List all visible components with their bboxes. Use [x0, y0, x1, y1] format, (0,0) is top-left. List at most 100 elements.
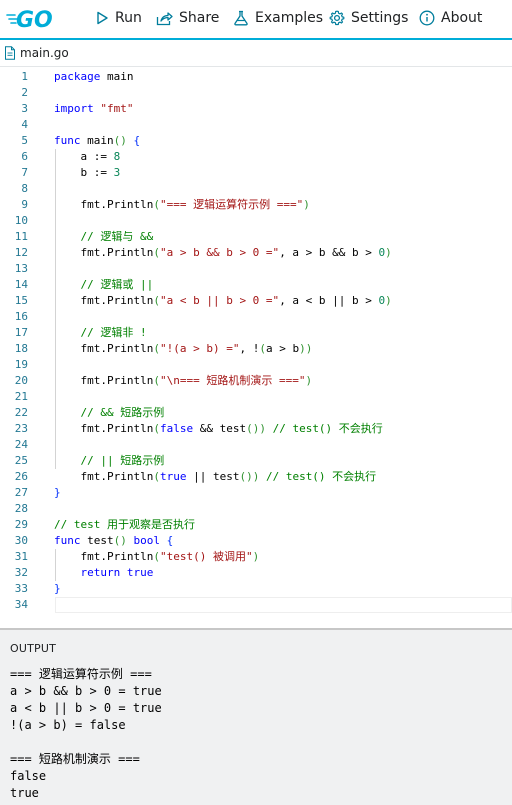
code-line[interactable]: 17 // 逻辑非 ! [0, 325, 512, 341]
share-button[interactable]: Share [156, 7, 219, 29]
gear-icon [329, 10, 345, 26]
code-line[interactable]: 12 fmt.Println("a > b && b > 0 =", a > b… [0, 245, 512, 261]
code-line[interactable]: 32 return true [0, 565, 512, 581]
line-number: 8 [21, 182, 28, 195]
code-text: func test() bool { [54, 534, 174, 547]
tab-main-go[interactable]: main.go [4, 46, 69, 60]
code-text: fmt.Println(true || test()) // test() 不会… [54, 470, 377, 483]
svg-text:GO: GO [16, 8, 53, 32]
settings-button[interactable]: Settings [329, 7, 408, 29]
line-number: 29 [14, 518, 28, 531]
run-label: Run [115, 10, 142, 26]
code-line[interactable]: 23 fmt.Println(false && test()) // test(… [0, 421, 512, 437]
code-line[interactable]: 29 // test 用于观察是否执行 [0, 517, 512, 533]
line-number: 12 [14, 246, 28, 259]
info-icon [419, 10, 435, 26]
share-icon [156, 11, 173, 25]
code-line[interactable]: 20 fmt.Println("\n=== 短路机制演示 ===") [0, 373, 512, 389]
line-number: 1 [21, 70, 28, 83]
code-text: a := 8 [54, 150, 121, 163]
flask-icon [234, 10, 248, 26]
about-label: About [441, 10, 483, 26]
tab-bar: main.go [0, 40, 512, 68]
code-line[interactable]: 7 b := 3 [0, 165, 512, 181]
code-line[interactable]: 16 [0, 309, 512, 325]
line-number: 27 [14, 486, 28, 499]
line-number: 9 [21, 198, 28, 211]
output-label: OUTPUT [10, 642, 57, 655]
code-line[interactable]: 9 fmt.Println("=== 逻辑运算符示例 ===") [0, 197, 512, 213]
output-text: === 逻辑运算符示例 === a > b && b > 0 = true a … [10, 667, 162, 800]
examples-button[interactable]: Examples [233, 7, 323, 29]
code-editor[interactable]: 1 package main 2 3 import "fmt" 4 5 func main()… [0, 69, 512, 626]
code-line[interactable]: 14 // 逻辑或 || [0, 277, 512, 293]
code-text: // 逻辑或 || [80, 278, 154, 291]
code-text: fmt.Println(false && test()) // test() 不… [54, 422, 383, 435]
code-line[interactable]: 21 [0, 389, 512, 405]
code-text: // 逻辑非 ! [80, 326, 147, 339]
line-number: 24 [14, 438, 28, 451]
code-line[interactable]: 30 func test() bool { [0, 533, 512, 549]
line-number: 30 [14, 534, 28, 547]
code-line[interactable]: 3 import "fmt" [0, 101, 512, 117]
code-line[interactable]: 6 a := 8 [0, 149, 512, 165]
line-number: 26 [14, 470, 28, 483]
code-line[interactable]: 5 func main() { [0, 133, 512, 149]
indent-guide [55, 149, 56, 469]
code-line[interactable]: 24 [0, 437, 512, 453]
current-line-highlight [55, 597, 512, 613]
file-icon [5, 46, 15, 60]
settings-label: Settings [351, 10, 409, 26]
code-line[interactable]: 26 fmt.Println(true || test()) // test()… [0, 469, 512, 485]
code-line[interactable]: 27} [0, 485, 512, 501]
code-line[interactable]: 1 package main [0, 69, 512, 85]
line-number: 2 [21, 86, 28, 99]
code-text: package main [54, 70, 134, 83]
code-line[interactable]: 4 [0, 117, 512, 133]
line-number: 20 [14, 374, 28, 387]
indent-guide [55, 549, 56, 581]
line-number: 4 [21, 118, 28, 131]
code-text: fmt.Println("a < b || b > 0 =", a < b ||… [54, 294, 392, 307]
code-text: } [54, 582, 61, 595]
code-text: return true [80, 566, 154, 579]
line-number: 31 [14, 550, 28, 563]
line-number: 11 [14, 230, 28, 243]
code-line[interactable]: 28 [0, 501, 512, 517]
code-line[interactable]: 19 [0, 357, 512, 373]
code-line[interactable]: 25 // || 短路示例 [0, 453, 512, 469]
code-line[interactable]: 8 [0, 181, 512, 197]
line-number: 28 [14, 502, 28, 515]
line-number: 34 [14, 598, 28, 611]
line-number: 7 [21, 166, 28, 179]
code-line[interactable]: 2 [0, 85, 512, 101]
code-line[interactable]: 33} [0, 581, 512, 597]
line-number: 32 [14, 566, 28, 579]
line-number: 33 [14, 582, 28, 595]
run-button[interactable]: Run [95, 7, 142, 29]
about-button[interactable]: About [419, 7, 482, 29]
line-number: 10 [14, 214, 28, 227]
code-line[interactable]: 11 // 逻辑与 && [0, 229, 512, 245]
line-number: 18 [14, 342, 28, 355]
go-logo[interactable]: GO [6, 4, 64, 32]
code-line[interactable]: 18 fmt.Println("!(a > b) =", !(a > b)) [0, 341, 512, 357]
code-line[interactable]: 22 // && 短路示例 [0, 405, 512, 421]
code-text: fmt.Println("\n=== 短路机制演示 ===") [54, 374, 313, 387]
line-number: 5 [21, 134, 28, 147]
code-line[interactable]: 13 [0, 261, 512, 277]
tab-underline [0, 66, 512, 67]
code-text: fmt.Println("test() 被调用") [54, 550, 260, 563]
code-line[interactable]: 31 fmt.Println("test() 被调用") [0, 549, 512, 565]
line-number: 13 [14, 262, 28, 275]
code-text: b := 3 [54, 166, 121, 179]
code-text: // test 用于观察是否执行 [54, 518, 195, 531]
code-line[interactable]: 10 [0, 213, 512, 229]
code-line[interactable]: 15 fmt.Println("a < b || b > 0 =", a < b… [0, 293, 512, 309]
line-number: 22 [14, 406, 28, 419]
examples-label: Examples [255, 10, 324, 26]
play-icon [97, 11, 108, 25]
code-text: // || 短路示例 [80, 454, 165, 467]
line-number: 25 [14, 454, 28, 467]
line-number: 17 [14, 326, 28, 339]
